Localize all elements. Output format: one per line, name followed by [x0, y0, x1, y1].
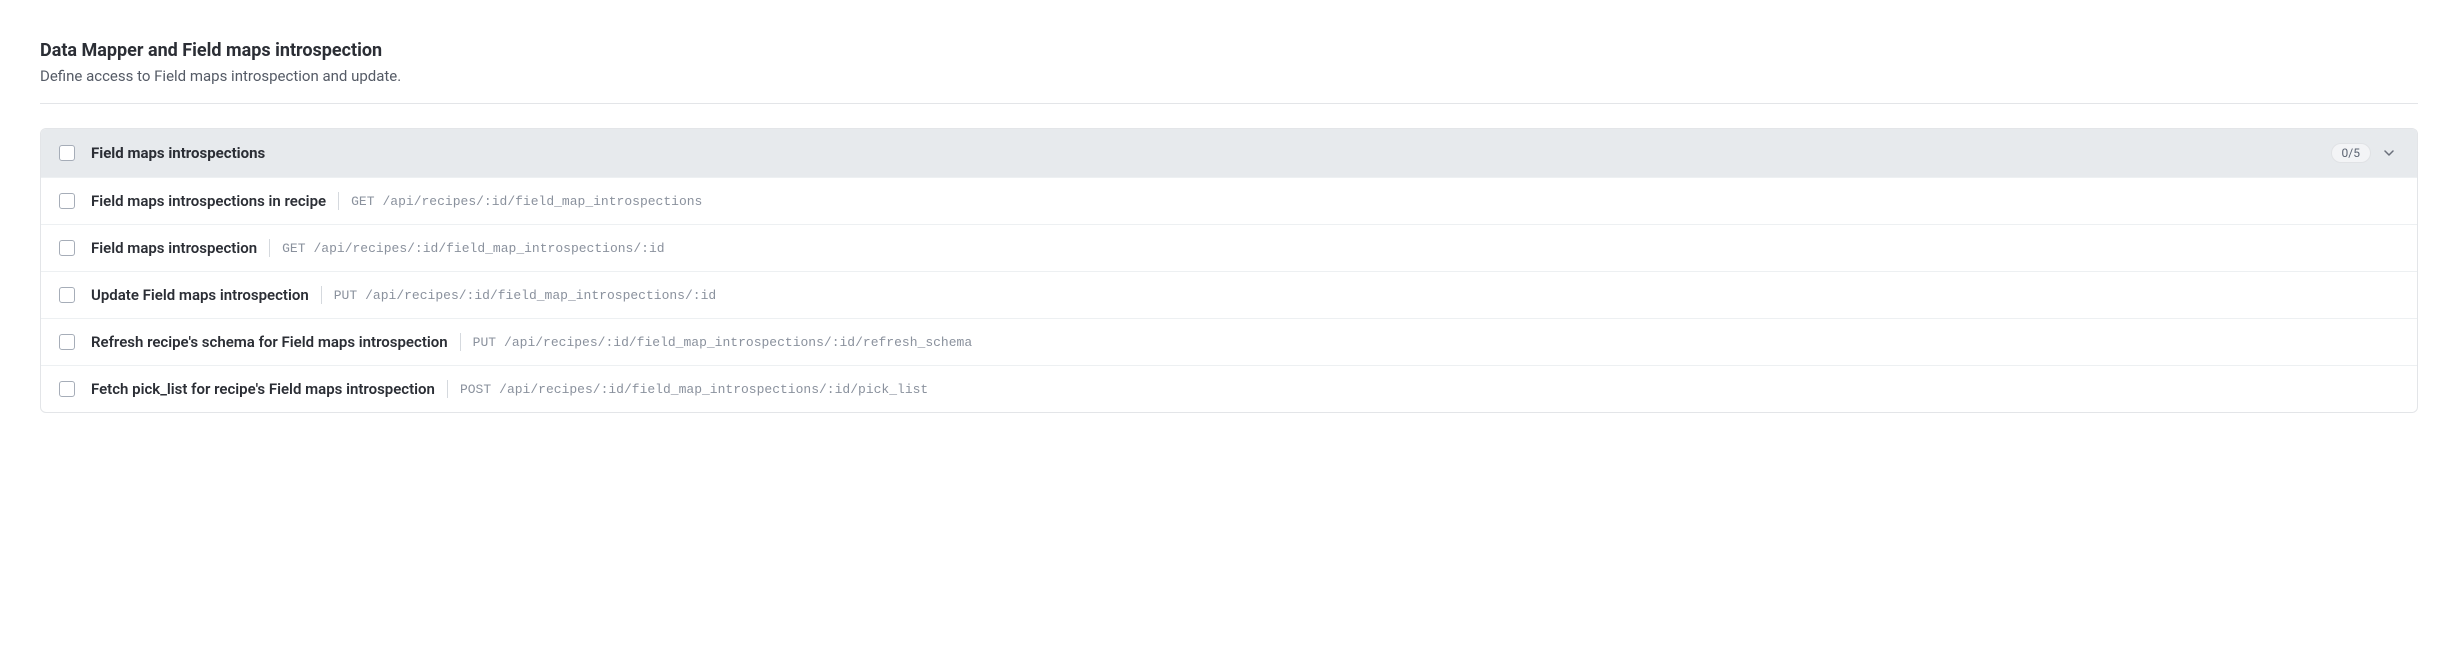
api-path: /api/recipes/:id/field_map_introspection…: [365, 288, 716, 303]
section-subtitle: Define access to Field maps introspectio…: [40, 67, 2418, 85]
pipe-divider: [447, 380, 448, 398]
row-label: Refresh recipe's schema for Field maps i…: [91, 333, 448, 351]
row-checkbox[interactable]: [59, 287, 75, 303]
permission-row: Update Field maps introspection PUT /api…: [41, 271, 2417, 318]
http-method: POST: [460, 382, 491, 397]
pipe-divider: [460, 333, 461, 351]
row-checkbox[interactable]: [59, 381, 75, 397]
section-title: Data Mapper and Field maps introspection: [40, 40, 2418, 61]
permission-row: Field maps introspection GET /api/recipe…: [41, 224, 2417, 271]
http-method: GET: [282, 241, 305, 256]
group-checkbox[interactable]: [59, 145, 75, 161]
row-label: Field maps introspection: [91, 239, 257, 257]
pipe-divider: [269, 239, 270, 257]
http-method: GET: [351, 194, 374, 209]
pipe-divider: [338, 192, 339, 210]
divider: [40, 103, 2418, 104]
group-header[interactable]: Field maps introspections 0/5: [41, 129, 2417, 177]
permissions-panel: Field maps introspections 0/5 Field maps…: [40, 128, 2418, 413]
permission-row: Refresh recipe's schema for Field maps i…: [41, 318, 2417, 365]
row-checkbox[interactable]: [59, 193, 75, 209]
api-path: /api/recipes/:id/field_map_introspection…: [383, 194, 703, 209]
group-count-badge: 0/5: [2331, 143, 2371, 163]
http-method: PUT: [473, 335, 496, 350]
row-checkbox[interactable]: [59, 240, 75, 256]
group-label: Field maps introspections: [91, 144, 2331, 162]
http-method: PUT: [334, 288, 357, 303]
api-path: /api/recipes/:id/field_map_introspection…: [314, 241, 665, 256]
row-label: Field maps introspections in recipe: [91, 192, 326, 210]
permission-row: Fetch pick_list for recipe's Field maps …: [41, 365, 2417, 412]
row-checkbox[interactable]: [59, 334, 75, 350]
row-label: Update Field maps introspection: [91, 286, 309, 304]
api-path: /api/recipes/:id/field_map_introspection…: [504, 335, 972, 350]
permission-row: Field maps introspections in recipe GET …: [41, 177, 2417, 224]
api-path: /api/recipes/:id/field_map_introspection…: [499, 382, 928, 397]
row-label: Fetch pick_list for recipe's Field maps …: [91, 380, 435, 398]
pipe-divider: [321, 286, 322, 304]
chevron-down-icon[interactable]: [2379, 143, 2399, 163]
